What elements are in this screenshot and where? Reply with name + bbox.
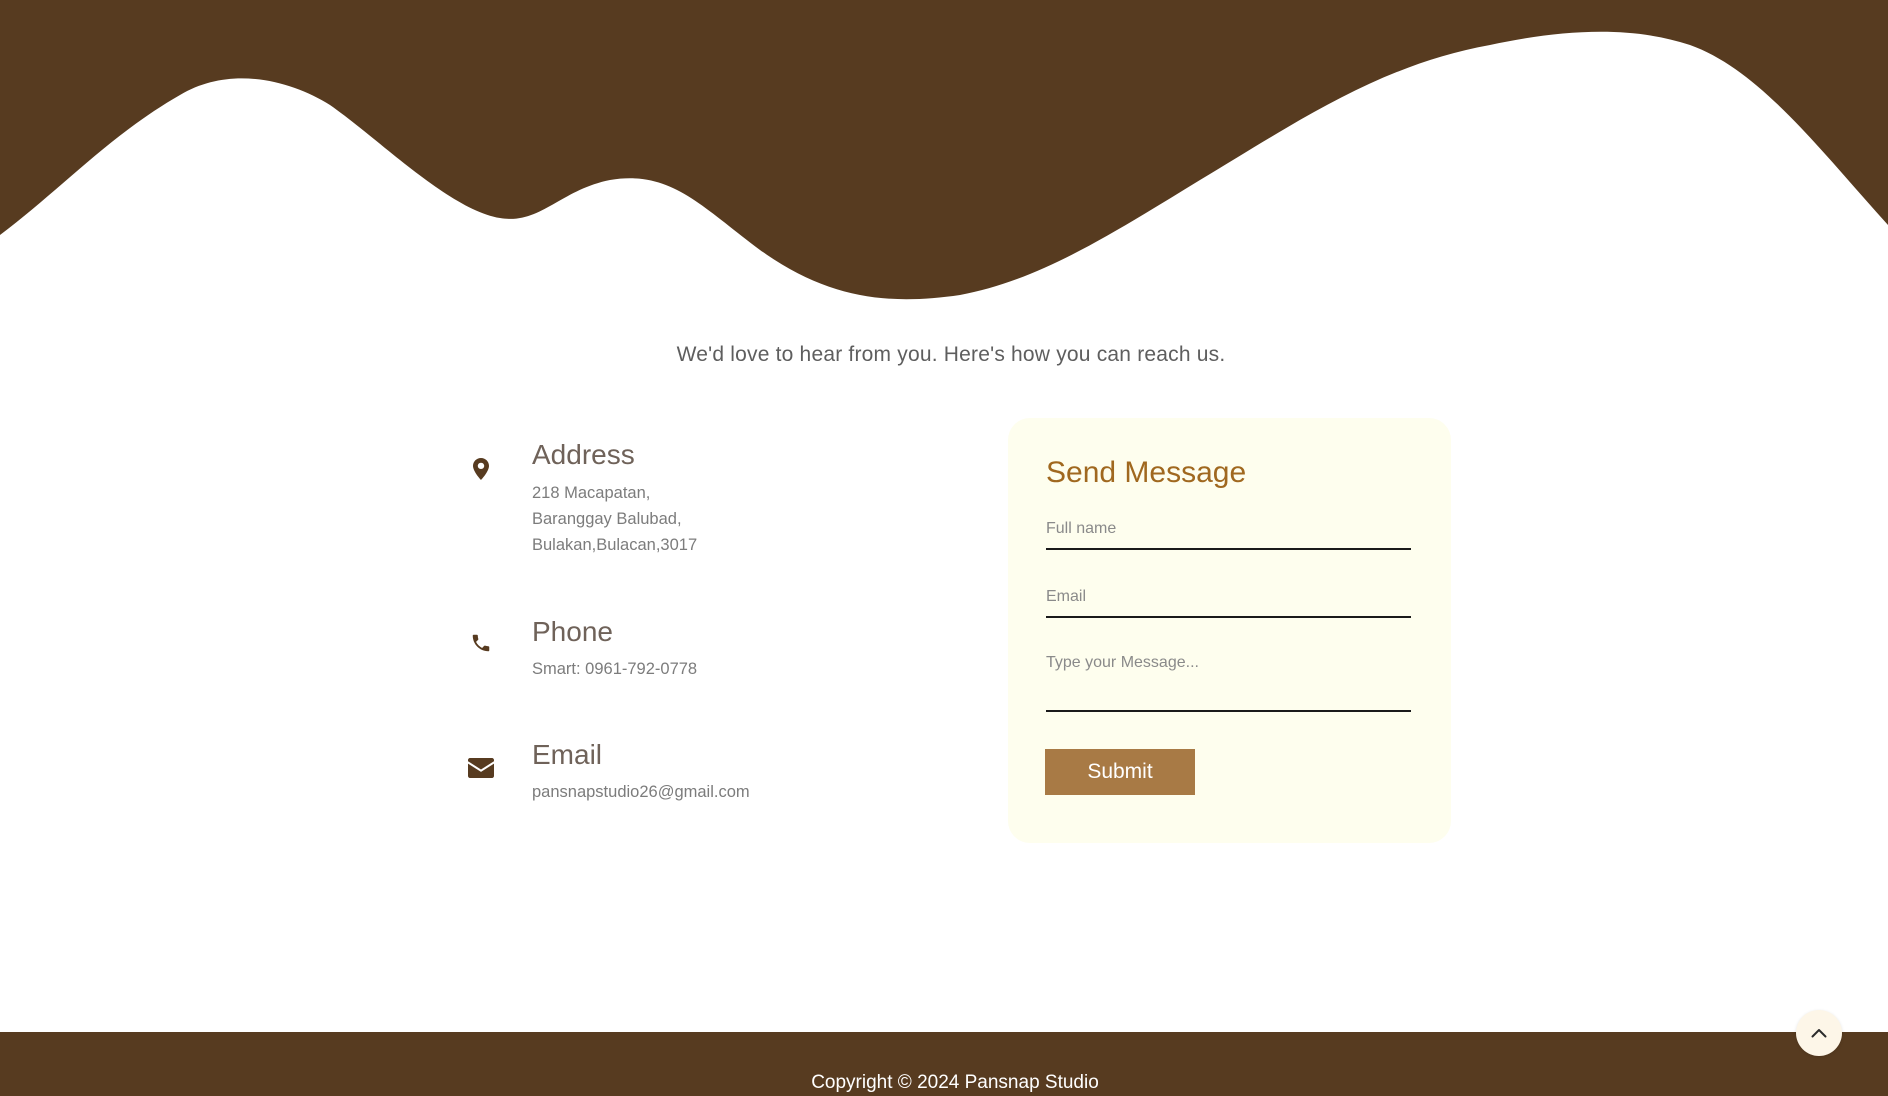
address-line: 218 Macapatan, [532, 484, 651, 502]
phone-icon [460, 622, 502, 664]
full-name-input[interactable] [1046, 518, 1411, 550]
scroll-to-top-button[interactable] [1796, 1010, 1842, 1056]
phone-number: Smart: 0961-792-0778 [532, 660, 698, 678]
phone-title: Phone [532, 616, 613, 647]
copyright-text: Copyright © 2024 Pansnap Studio [811, 1072, 1099, 1093]
address-lines: 218 Macapatan, Baranggay Balubad, Bulaka… [532, 480, 697, 558]
email-address: pansnapstudio26@gmail.com [532, 783, 750, 801]
header-wave [0, 0, 1888, 300]
address-line: Baranggay Balubad, [532, 510, 682, 528]
footer: Copyright © 2024 Pansnap Studio [0, 1032, 1888, 1096]
submit-button[interactable]: Submit [1045, 749, 1195, 795]
phone-lines: Smart: 0961-792-0778 [532, 656, 697, 682]
envelope-icon [460, 747, 502, 789]
map-pin-icon [460, 448, 502, 490]
address-title: Address [532, 439, 635, 470]
chevron-up-icon [1811, 1029, 1827, 1038]
contact-page: We'd love to hear from you. Here's how y… [0, 0, 1888, 1096]
email-title: Email [532, 739, 603, 770]
intro-text: We'd love to hear from you. Here's how y… [676, 343, 1226, 366]
message-textarea[interactable] [1046, 654, 1411, 712]
send-message-card: Send Message Submit [1008, 418, 1451, 843]
email-input[interactable] [1046, 586, 1411, 618]
form-title: Send Message [1046, 456, 1247, 489]
email-lines: pansnapstudio26@gmail.com [532, 779, 750, 805]
address-line: Bulakan,Bulacan,3017 [532, 536, 698, 554]
